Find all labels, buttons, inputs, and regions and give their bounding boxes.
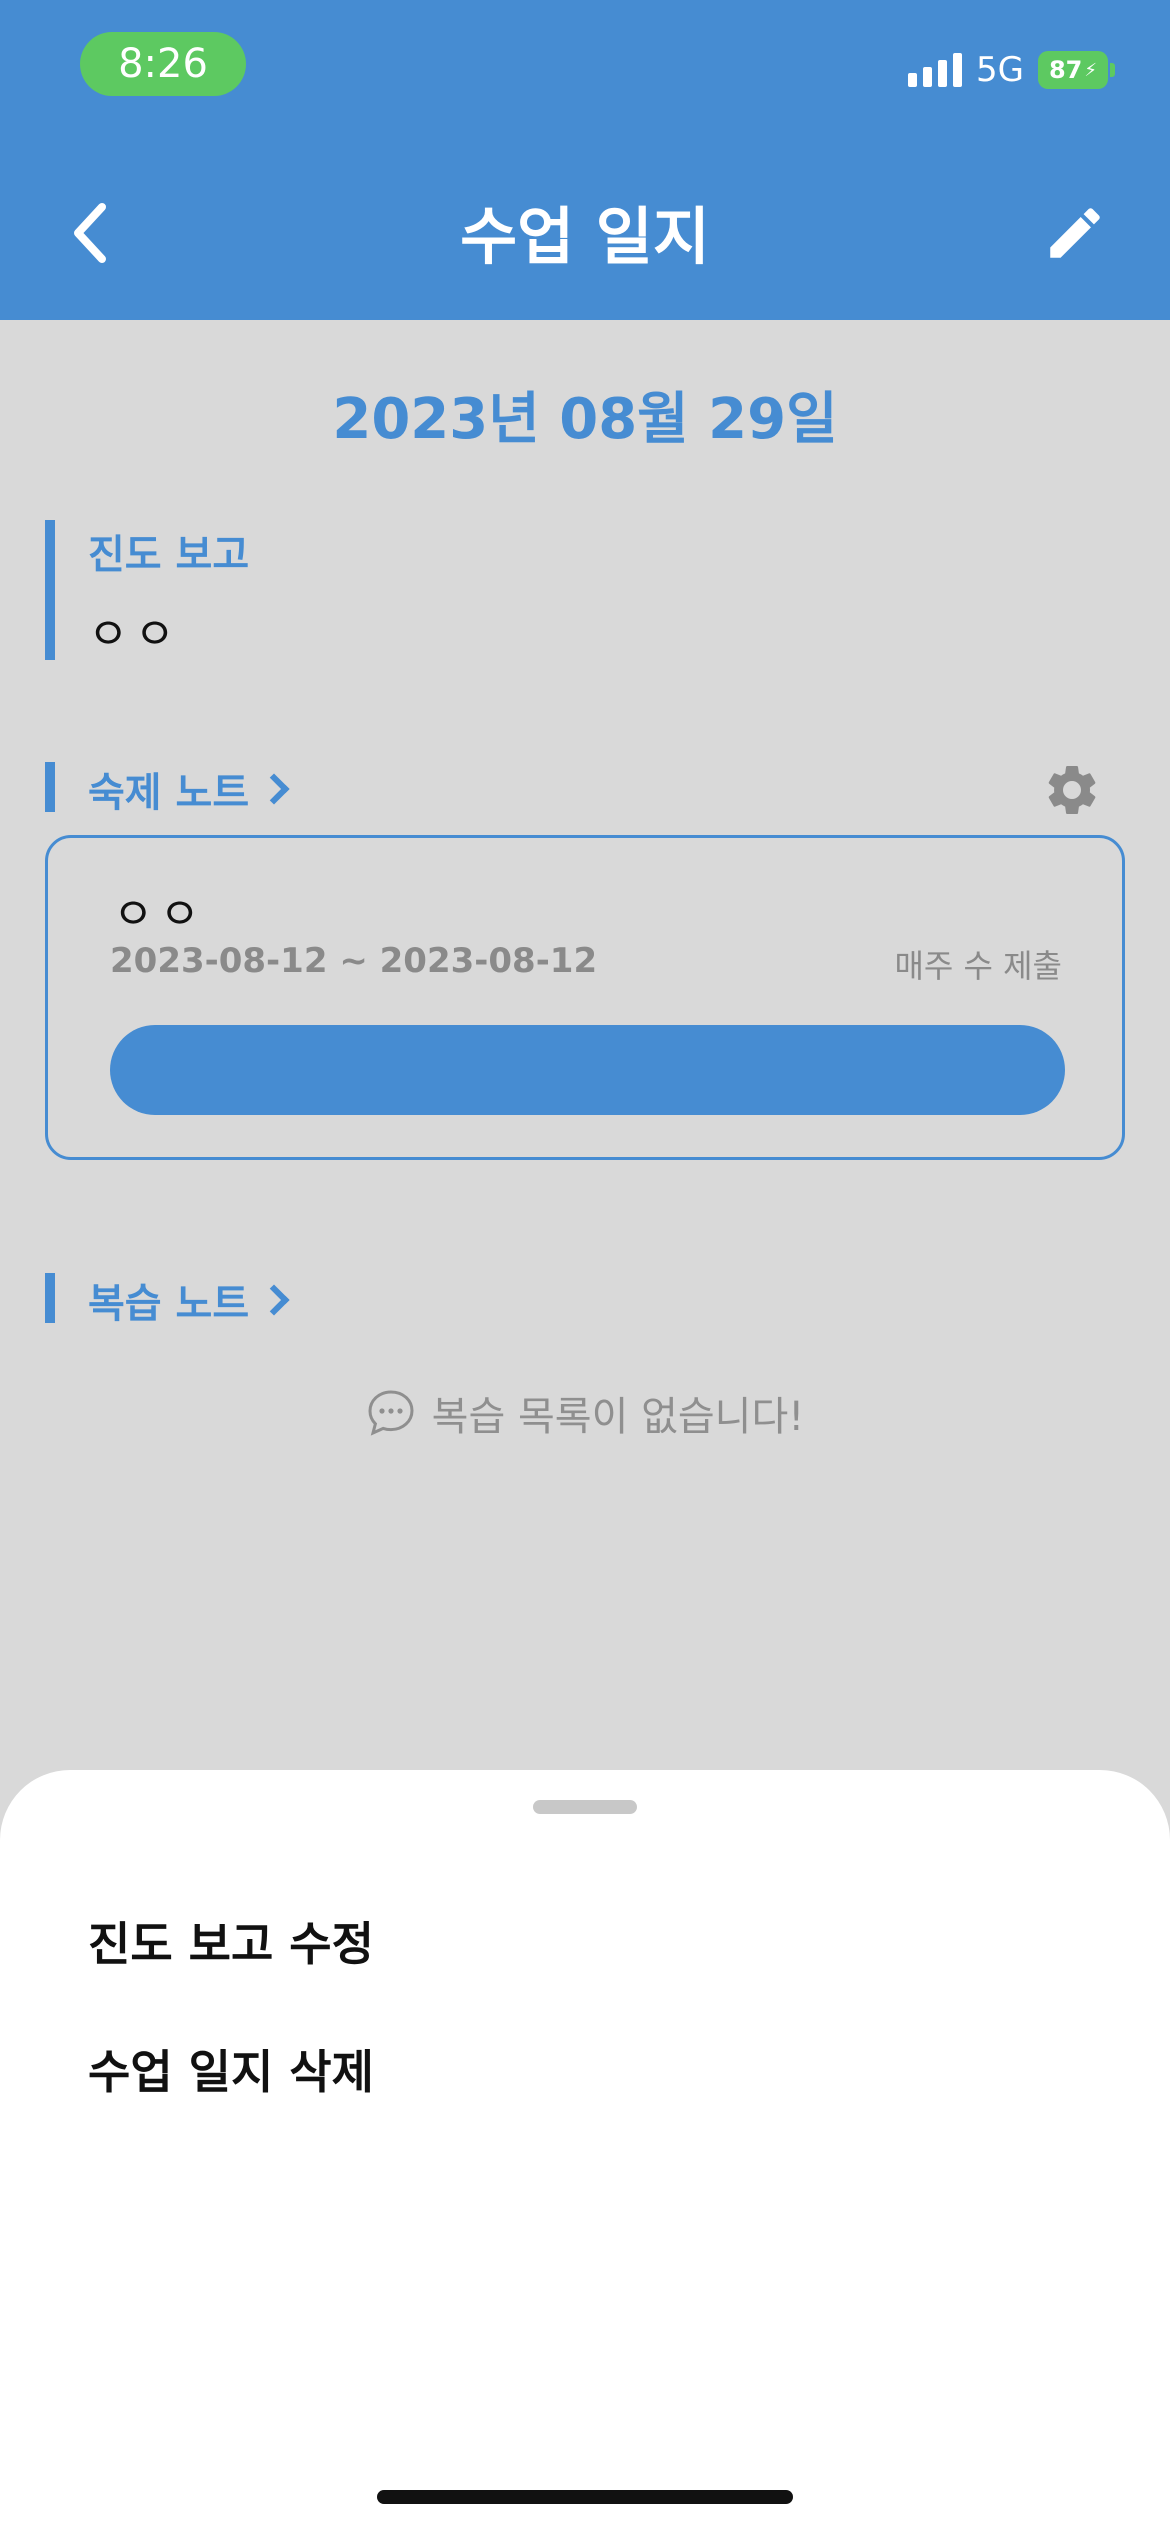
section-accent-bar	[45, 1273, 55, 1323]
homework-note-label: 숙제 노트	[88, 770, 250, 816]
homework-card[interactable]: ㅇㅇ 2023-08-12 ~ 2023-08-12 매주 수 제출	[45, 835, 1125, 1160]
review-note-label: 복습 노트	[88, 1281, 250, 1327]
chat-bubble-icon	[368, 1390, 414, 1436]
page-title: 수업 일지	[460, 200, 710, 273]
journal-date: 2023년 08월 29일	[332, 387, 838, 452]
chevron-right-icon	[258, 773, 290, 805]
chevron-right-icon	[258, 1284, 290, 1316]
delete-journal-option[interactable]: 수업 일지 삭제	[88, 2036, 374, 2102]
review-empty-message: 복습 목록이 없습니다!	[431, 1394, 805, 1440]
header: 8:26 5G 87 ⚡ 수업 일지	[0, 0, 1170, 320]
section-accent-bar	[45, 762, 55, 812]
pencil-icon	[1050, 208, 1100, 258]
battery-level: 87	[1048, 56, 1083, 84]
homework-date-range: 2023-08-12 ~ 2023-08-12	[110, 941, 598, 981]
edit-progress-report-option[interactable]: 진도 보고 수정	[88, 1908, 374, 1974]
section-accent-bar	[45, 520, 55, 660]
sheet-drag-handle[interactable]	[533, 1800, 637, 1814]
status-time: 8:26	[80, 32, 246, 96]
battery-icon: 87 ⚡	[1038, 51, 1115, 89]
signal-icon	[908, 53, 963, 87]
review-empty-state: 복습 목록이 없습니다!	[0, 1384, 1170, 1442]
homework-name: ㅇㅇ	[113, 889, 206, 940]
gear-icon	[1048, 765, 1096, 814]
progress-report-title: 진도 보고	[88, 522, 249, 580]
homework-note-link[interactable]: 숙제 노트	[88, 760, 290, 818]
homework-progress-bar	[110, 1025, 1065, 1115]
bottom-sheet: 진도 보고 수정 수업 일지 삭제	[0, 1770, 1170, 2532]
edit-button[interactable]	[1030, 188, 1120, 278]
network-type: 5G	[976, 50, 1024, 90]
review-note-link[interactable]: 복습 노트	[88, 1271, 290, 1329]
progress-report-label: 진도 보고	[88, 532, 250, 578]
home-indicator	[377, 2490, 793, 2504]
status-indicators: 5G 87 ⚡	[908, 50, 1115, 90]
settings-button[interactable]	[1042, 760, 1102, 820]
homework-frequency: 매주 수 제출	[894, 947, 1062, 985]
progress-report-value: ㅇㅇ	[88, 609, 181, 660]
